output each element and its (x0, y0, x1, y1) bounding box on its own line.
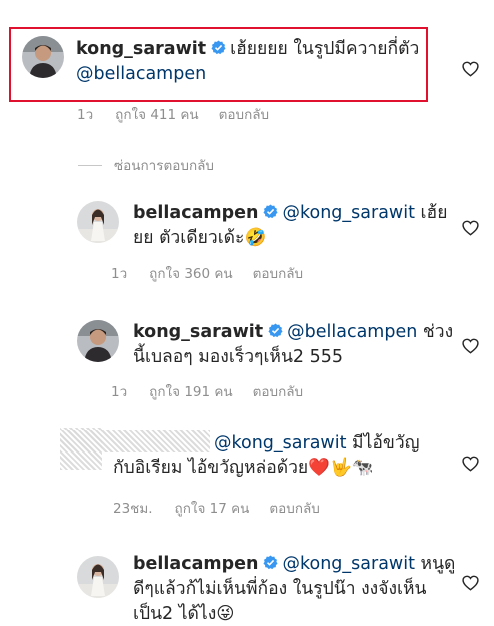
likes-count[interactable]: ถูกใจ 17 คน (175, 501, 250, 517)
like-heart-icon[interactable] (462, 338, 479, 354)
verified-badge-icon (263, 204, 279, 219)
comment-meta: 1ว ถูกใจ 360 คน ตอบกลับ (111, 262, 325, 284)
avatar-bellacampen[interactable] (77, 556, 119, 598)
blurred-username (60, 430, 210, 452)
profile-avatar-woman-icon (77, 201, 119, 243)
timestamp: 1ว (111, 266, 128, 282)
likes-count[interactable]: ถูกใจ 411 คน (115, 107, 198, 123)
comment-text: kong_sarawit @bellacampen ช่วง นี้เบลอๆ ม… (133, 320, 458, 370)
username-link[interactable]: bellacampen (133, 203, 258, 223)
comment-body: กับอิเรียม ไอ้ขวัญหล่อด้วย (113, 458, 309, 478)
reply-button[interactable]: ตอบกลับ (253, 266, 303, 282)
comment-body: นี้เบลอๆ มองเร็วๆเห็น2 555 (133, 347, 344, 367)
reply-button[interactable]: ตอบกลับ (219, 107, 269, 123)
comment-meta: 23ชม. ถูกใจ 17 คน ตอบกลับ (113, 497, 342, 519)
comment-body: เป็น2 ได้ไง (133, 604, 217, 624)
mention-link[interactable]: @kong_sarawit (282, 554, 414, 574)
username-link[interactable]: bellacampen (133, 554, 258, 574)
reply-button[interactable]: ตอบกลับ (269, 501, 319, 517)
profile-avatar-woman-icon (77, 556, 119, 598)
hide-replies-button[interactable]: ซ่อนการตอบกลับ (78, 154, 214, 176)
verified-badge-icon (263, 555, 279, 570)
comment-body: หนูดู (420, 554, 456, 574)
username-link[interactable]: kong_sarawit (133, 322, 263, 342)
comment-body: มีไอ้ขวัญ (352, 433, 420, 453)
comment-body: ดีๆแล้วก้ไม่เห็นพี่ก้อง ในรูปน๊า งงจังเห… (133, 579, 427, 599)
mention-link[interactable]: @bellacampen (287, 322, 417, 342)
like-heart-icon[interactable] (462, 220, 479, 236)
timestamp: 1ว (111, 384, 128, 400)
winking-tongue-emoji: 😜 (216, 604, 235, 624)
like-heart-icon[interactable] (462, 456, 479, 472)
comment-meta: 1ว ถูกใจ 411 คน ตอบกลับ (77, 103, 291, 125)
rofl-emoji: 🤣 (244, 228, 267, 248)
mention-link[interactable]: @kong_sarawit (282, 203, 414, 223)
verified-badge-icon (268, 323, 283, 338)
like-heart-icon[interactable] (462, 575, 479, 591)
comment-body: ช่วง (422, 322, 454, 342)
timestamp: 1ว (77, 107, 94, 123)
divider (78, 164, 102, 166)
comment-body: ยย ตัวเดียวเด้ะ (133, 228, 245, 248)
comment-meta: 1ว ถูกใจ 191 คน ตอบกลับ (111, 380, 325, 402)
hide-replies-label: ซ่อนการตอบกลับ (114, 158, 214, 174)
likes-count[interactable]: ถูกใจ 360 คน (149, 266, 232, 282)
highlight-box (9, 27, 428, 102)
avatar-kong-sarawit[interactable] (77, 320, 119, 362)
comment-text: bellacampen @kong_sarawit หนูดู ดีๆแล้วก้… (133, 552, 463, 626)
emoji-heart-rock-ox: ❤️🤟🐄 (308, 458, 374, 478)
avatar-bellacampen[interactable] (77, 201, 119, 243)
comment-text: @kong_sarawit มีไอ้ขวัญ กับอิเรียม ไอ้ขว… (60, 430, 460, 481)
timestamp: 23ชม. (113, 501, 153, 517)
reply-button[interactable]: ตอบกลับ (253, 384, 303, 400)
mention-link[interactable]: @kong_sarawit (214, 433, 346, 453)
comment-text: bellacampen @kong_sarawit เฮ้ย ยย ตัวเดีย… (133, 201, 458, 251)
comment-body: เฮ้ย (420, 203, 448, 223)
likes-count[interactable]: ถูกใจ 191 คน (149, 384, 232, 400)
like-heart-icon[interactable] (462, 61, 479, 77)
profile-avatar-man-icon (77, 320, 119, 362)
